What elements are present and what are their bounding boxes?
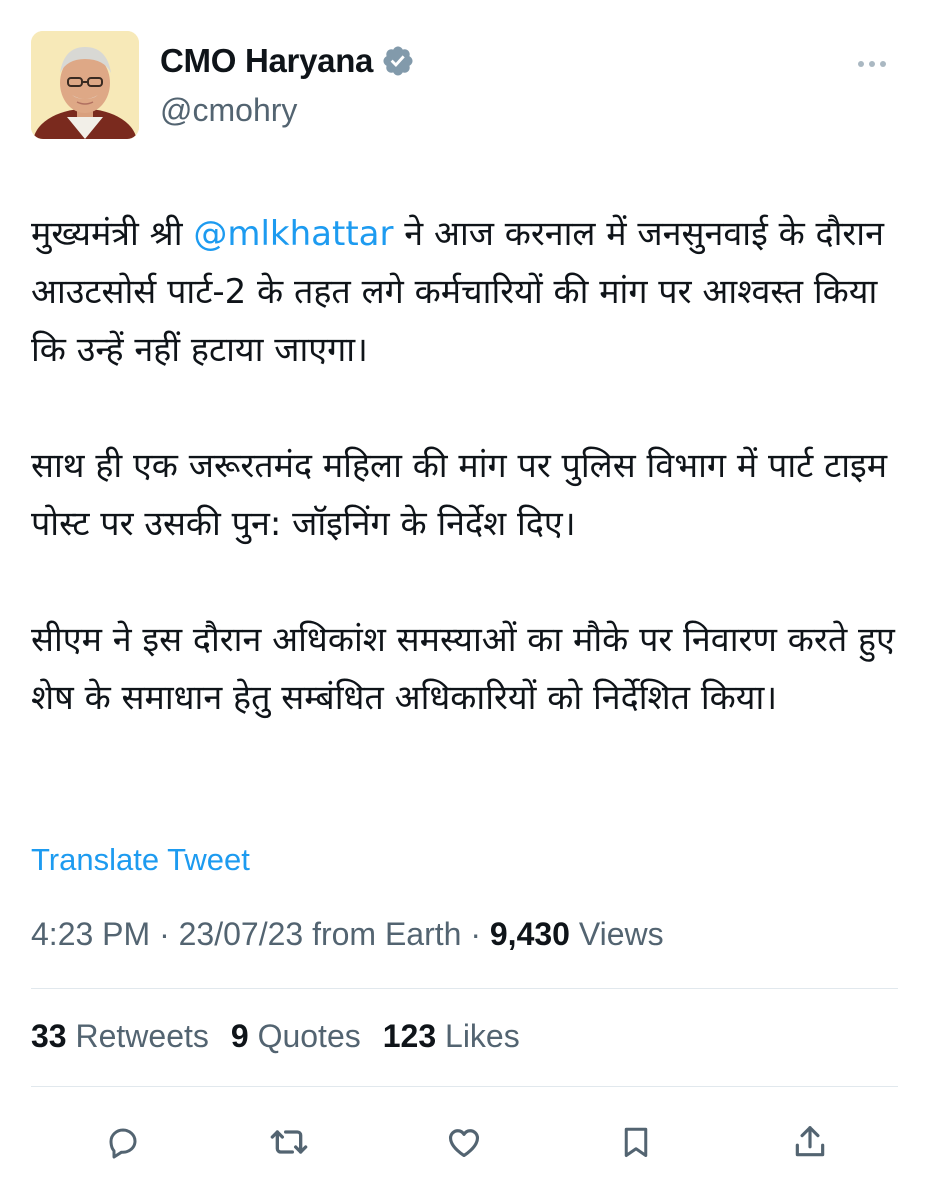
tweet-stats: 33 Retweets 9 Quotes 123 Likes (31, 1018, 520, 1055)
views-count: 9,430 (489, 916, 570, 952)
divider (31, 988, 898, 989)
tweet-time[interactable]: 4:23 PM (31, 916, 150, 952)
views-label: Views (578, 916, 664, 952)
quotes-label: Quotes (257, 1018, 361, 1054)
translate-tweet-link[interactable]: Translate Tweet (31, 842, 250, 878)
tweet-paragraph-2: साथ ही एक जरूरतमंद महिला की मांग पर पुलि… (31, 446, 888, 544)
likes-label: Likes (445, 1018, 520, 1054)
author-name-row[interactable]: CMO Haryana (160, 42, 415, 80)
author-handle[interactable]: @cmohry (160, 92, 297, 129)
tweet-meta: 4:23 PM · 23/07/23 from Earth · 9,430 Vi… (31, 916, 664, 953)
profile-avatar-image (31, 31, 139, 139)
meta-separator: · (159, 916, 170, 952)
retweet-icon[interactable] (259, 1112, 319, 1172)
tweet-paragraph-1: मुख्यमंत्री श्री @mlkhattar ने आज करनाल … (31, 205, 911, 379)
tweet-paragraph-3: सीएम ने इस दौरान अधिकांश समस्याओं का मौक… (31, 620, 895, 718)
tweet-source: from Earth (312, 916, 462, 952)
tweet-text: मुख्यमंत्री श्री @mlkhattar ने आज करनाल … (31, 205, 911, 727)
tweet-date[interactable]: 23/07/23 (179, 916, 304, 952)
action-bar (0, 1112, 929, 1172)
reply-icon[interactable] (93, 1112, 153, 1172)
divider (31, 1086, 898, 1087)
quotes-stat[interactable]: 9 Quotes (231, 1018, 361, 1055)
avatar[interactable] (31, 31, 139, 139)
meta-separator: · (470, 916, 481, 952)
share-icon[interactable] (780, 1112, 840, 1172)
quotes-count: 9 (230, 1018, 249, 1054)
like-icon[interactable] (434, 1112, 494, 1172)
display-name[interactable]: CMO Haryana (160, 42, 373, 80)
likes-count: 123 (382, 1018, 437, 1054)
likes-stat[interactable]: 123 Likes (383, 1018, 520, 1055)
mention-link[interactable]: @mlkhattar (193, 214, 393, 254)
verified-badge-icon (381, 44, 415, 78)
retweets-count: 33 (31, 1018, 67, 1054)
tweet-card: CMO Haryana @cmohry मुख्यमंत्री श्री @ml… (0, 0, 929, 1200)
bookmark-icon[interactable] (606, 1112, 666, 1172)
retweets-stat[interactable]: 33 Retweets (31, 1018, 209, 1055)
retweets-label: Retweets (75, 1018, 209, 1054)
more-options-icon[interactable] (858, 58, 898, 70)
tweet-text-segment: मुख्यमंत्री श्री (31, 214, 194, 254)
